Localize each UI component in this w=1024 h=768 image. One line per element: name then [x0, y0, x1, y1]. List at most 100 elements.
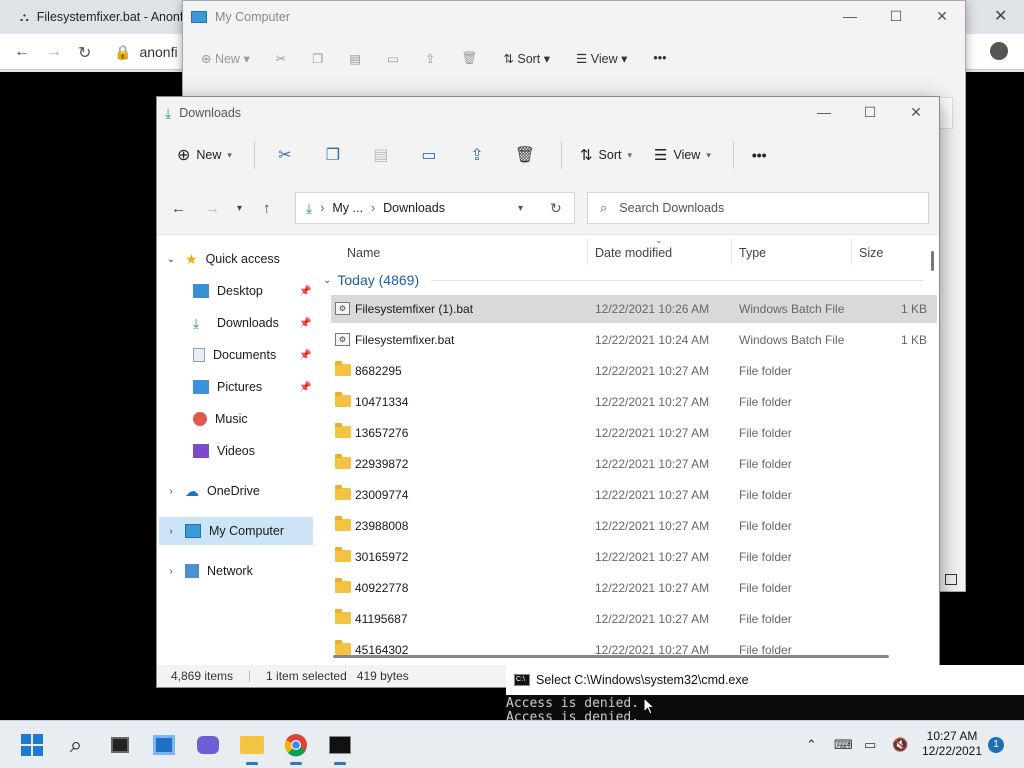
nav-music[interactable]: Music: [193, 405, 315, 433]
copy-button[interactable]: ❐: [321, 145, 345, 165]
back-arrow-icon[interactable]: ←: [171, 200, 186, 217]
file-row[interactable]: ⚙ Filesystemfixer (1).bat 12/22/2021 10:26…: [331, 295, 937, 323]
cmd-button[interactable]: [326, 731, 354, 765]
browser-reload-icon[interactable]: ↻: [78, 43, 91, 63]
file-row[interactable]: 10471334 12/22/2021 10:27 AM File folder: [331, 388, 937, 416]
rename-button[interactable]: ▭: [417, 145, 441, 165]
nav-onedrive[interactable]: › ☁ OneDrive: [165, 477, 315, 505]
address-dropdown-icon[interactable]: ▾: [518, 203, 523, 214]
more-button[interactable]: •••: [653, 51, 666, 65]
chat-button[interactable]: [194, 731, 222, 759]
close-button[interactable]: ✕: [893, 97, 939, 127]
minimize-button[interactable]: —: [827, 1, 873, 31]
start-button[interactable]: [18, 731, 46, 759]
clock[interactable]: 10:27 AM 12/22/2021: [920, 729, 984, 759]
column-name[interactable]: Name: [347, 241, 380, 265]
delete-icon[interactable]: 🗑: [462, 51, 478, 66]
new-button[interactable]: ⊕ New ▾: [177, 145, 232, 165]
chevron-right-icon[interactable]: ›: [165, 486, 177, 497]
pin-icon[interactable]: 📌: [299, 382, 311, 393]
share-button[interactable]: ⇪: [465, 145, 489, 165]
file-explorer-button[interactable]: [238, 731, 266, 765]
file-row[interactable]: 22939872 12/22/2021 10:27 AM File folder: [331, 450, 937, 478]
column-divider[interactable]: [851, 239, 852, 265]
cut-icon[interactable]: ✂: [276, 51, 286, 66]
vertical-scrollbar[interactable]: [931, 251, 934, 271]
browser-back-icon[interactable]: ←: [14, 43, 30, 61]
file-row[interactable]: 40922778 12/22/2021 10:27 AM File folder: [331, 574, 937, 602]
address-bar[interactable]: ⤓ › My ... › Downloads ▾ ↻: [295, 192, 575, 224]
status-item-count: 4,869 items: [171, 669, 234, 683]
maximize-button[interactable]: ☐: [873, 1, 919, 31]
nav-documents[interactable]: Documents 📌: [193, 341, 315, 369]
recent-locations-icon[interactable]: ▾: [237, 203, 242, 214]
paste-icon[interactable]: ▤: [349, 51, 361, 66]
pin-icon[interactable]: 📌: [299, 350, 311, 361]
chevron-down-icon[interactable]: ⌄: [165, 254, 177, 265]
nav-desktop[interactable]: Desktop 📌: [193, 277, 315, 305]
sort-button[interactable]: ⇅ Sort ▾: [580, 146, 632, 164]
pin-icon[interactable]: 📌: [299, 286, 311, 297]
task-view-button[interactable]: [106, 731, 134, 759]
nav-downloads[interactable]: ⤓ Downloads 📌: [193, 309, 315, 337]
nav-quick-access[interactable]: ⌄ ★ Quick access: [165, 245, 315, 273]
volume-muted-icon[interactable]: 🔇: [892, 737, 908, 753]
network-status-icon[interactable]: ▭: [864, 737, 876, 753]
refresh-icon[interactable]: ↻: [550, 200, 562, 217]
maximize-button[interactable]: ☐: [847, 97, 893, 127]
breadcrumb-parent[interactable]: My ...: [332, 201, 363, 215]
pin-icon[interactable]: 📌: [299, 318, 311, 329]
browser-tab[interactable]: ⛬ Filesystemfixer.bat - Anonfi: [8, 0, 208, 34]
chevron-up-icon[interactable]: ⌃: [806, 737, 817, 753]
up-arrow-icon[interactable]: ↑: [263, 200, 271, 217]
column-type[interactable]: Type: [739, 241, 766, 265]
file-row[interactable]: 30165972 12/22/2021 10:27 AM File folder: [331, 543, 937, 571]
view-button[interactable]: ☰ View ▾: [576, 51, 627, 66]
chevron-right-icon[interactable]: ›: [165, 566, 177, 577]
nav-my-computer[interactable]: › My Computer: [159, 517, 313, 545]
file-row[interactable]: 45164302 12/22/2021 10:27 AM File folder: [331, 636, 937, 664]
minimize-button[interactable]: —: [801, 97, 847, 127]
file-row[interactable]: 23988008 12/22/2021 10:27 AM File folder: [331, 512, 937, 540]
notification-badge[interactable]: 1: [988, 737, 1004, 753]
details-pane-icon[interactable]: [945, 574, 957, 585]
chevron-down-icon: ▾: [227, 149, 232, 160]
search-button[interactable]: ⌕: [62, 731, 90, 759]
delete-button[interactable]: 🗑: [513, 145, 537, 165]
file-row[interactable]: ⚙ Filesystemfixer.bat 12/22/2021 10:24 AM W…: [331, 326, 937, 354]
browser-avatar[interactable]: [990, 42, 1008, 60]
breadcrumb-current[interactable]: Downloads: [383, 201, 445, 215]
file-row[interactable]: 23009774 12/22/2021 10:27 AM File folder: [331, 481, 937, 509]
keyboard-icon[interactable]: ⌨: [834, 737, 853, 753]
nav-network[interactable]: › Network: [165, 557, 315, 585]
rename-icon[interactable]: ▭: [387, 51, 399, 66]
column-divider[interactable]: [587, 239, 588, 265]
forward-arrow-icon[interactable]: →: [205, 200, 220, 217]
sort-button[interactable]: ⇅ Sort ▾: [503, 51, 550, 66]
browser-close-icon[interactable]: ✕: [994, 6, 1007, 26]
view-button[interactable]: ☰ View ▾: [654, 146, 711, 164]
chrome-button[interactable]: [282, 731, 310, 765]
file-row[interactable]: 8682295 12/22/2021 10:27 AM File folder: [331, 357, 937, 385]
widgets-button[interactable]: [150, 731, 178, 759]
file-date: 12/22/2021 10:27 AM: [595, 581, 710, 595]
nav-pictures[interactable]: Pictures 📌: [193, 373, 315, 401]
search-box[interactable]: ⌕ Search Downloads: [587, 192, 929, 224]
file-row[interactable]: 13657276 12/22/2021 10:27 AM File folder: [331, 419, 937, 447]
copy-icon[interactable]: ❐: [312, 51, 323, 66]
column-size[interactable]: Size: [859, 241, 883, 265]
share-icon[interactable]: ⇪: [425, 51, 435, 66]
more-button[interactable]: •••: [752, 147, 767, 163]
browser-forward-icon[interactable]: →: [46, 43, 62, 61]
new-button[interactable]: ⊕ New ▾: [201, 51, 250, 66]
group-header[interactable]: ⌄ Today (4869): [323, 269, 923, 291]
nav-videos[interactable]: Videos: [193, 437, 315, 465]
paste-button[interactable]: ▤: [369, 145, 393, 165]
close-button[interactable]: ✕: [919, 1, 965, 31]
chevron-right-icon[interactable]: ›: [165, 526, 177, 537]
separator: [732, 141, 734, 169]
file-row[interactable]: 41195687 12/22/2021 10:27 AM File folder: [331, 605, 937, 633]
column-divider[interactable]: [731, 239, 732, 265]
cut-button[interactable]: ✂: [273, 145, 297, 165]
horizontal-scrollbar[interactable]: [333, 655, 889, 658]
